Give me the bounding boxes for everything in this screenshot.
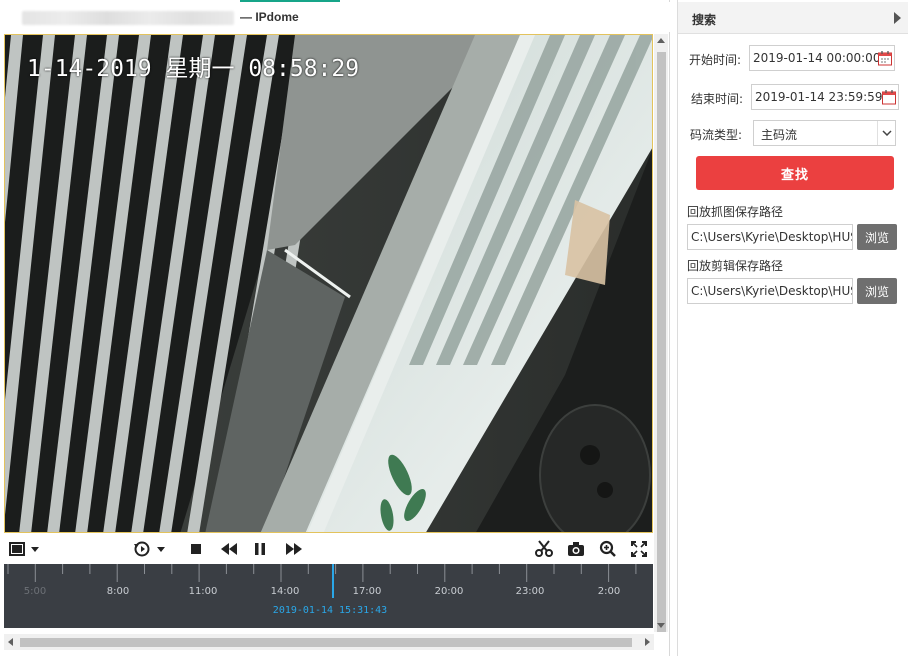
- osd-timestamp: 1-14-2019 星期一 08:58:29: [27, 56, 360, 82]
- window-title: — IPdome: [240, 10, 299, 24]
- end-time-label: 结束时间:: [691, 92, 744, 106]
- start-time-label: 开始时间:: [689, 53, 742, 67]
- search-panel-title: 搜索: [692, 13, 717, 27]
- horizontal-scrollbar[interactable]: [4, 634, 654, 650]
- stop-icon[interactable]: [188, 540, 204, 558]
- clip-browse-button[interactable]: 浏览: [857, 278, 897, 304]
- fullscreen-icon[interactable]: [630, 540, 648, 558]
- start-time-field[interactable]: 2019-01-14 00:00:00: [749, 45, 895, 71]
- stream-type-value: 主码流: [761, 128, 798, 142]
- camera-frame: [5, 35, 652, 532]
- video-view[interactable]: 1-14-2019 星期一 08:58:29: [4, 34, 653, 533]
- rewind-icon[interactable]: [220, 540, 238, 558]
- playback-dropdown-icon[interactable]: [156, 540, 166, 558]
- playback-mode-icon[interactable]: [132, 540, 152, 558]
- scroll-down-icon[interactable]: [657, 623, 665, 628]
- scroll-left-icon[interactable]: [8, 638, 13, 646]
- stream-type-select[interactable]: 主码流: [753, 120, 896, 146]
- timeline-label: 8:00: [106, 586, 130, 597]
- chevron-down-icon[interactable]: [877, 121, 895, 145]
- snapshot-browse-button[interactable]: 浏览: [857, 224, 897, 250]
- end-time-field[interactable]: 2019-01-14 23:59:59: [751, 84, 899, 110]
- scroll-up-icon[interactable]: [657, 38, 665, 43]
- timeline-cursor[interactable]: [332, 564, 334, 598]
- end-time-value: 2019-01-14 23:59:59: [755, 90, 883, 104]
- playback-pane: — IPdome 1-14-2019 星期一 08:58:29 5:00 8:0…: [0, 0, 670, 656]
- timeline-label: 2:00: [597, 586, 621, 597]
- window-layout-icon[interactable]: [8, 540, 26, 558]
- vertical-scroll-thumb[interactable]: [657, 52, 666, 632]
- collapse-arrow-icon[interactable]: [894, 12, 901, 24]
- snapshot-path-label: 回放抓图保存路径: [687, 205, 784, 219]
- search-panel: 搜索 开始时间: 2019-01-14 00:00:00 结束时间: 2019-…: [677, 0, 908, 656]
- fast-forward-icon[interactable]: [285, 540, 303, 558]
- pause-icon[interactable]: [252, 540, 268, 558]
- current-time-label: 2019-01-14 15:31:43: [272, 605, 388, 616]
- vertical-scrollbar[interactable]: [654, 34, 668, 632]
- timeline-label: 14:00: [270, 586, 300, 597]
- search-panel-header[interactable]: 搜索: [678, 2, 908, 34]
- search-button[interactable]: 查找: [696, 156, 894, 190]
- calendar-icon[interactable]: [881, 89, 897, 105]
- redacted-title: [22, 11, 234, 25]
- calendar-icon[interactable]: [877, 50, 893, 66]
- snapshot-path-input[interactable]: C:\Users\Kyrie\Desktop\HUSV: [687, 224, 853, 250]
- timeline-label: 11:00: [188, 586, 218, 597]
- clip-icon[interactable]: [534, 540, 554, 558]
- scroll-right-icon[interactable]: [645, 638, 650, 646]
- layout-dropdown-icon[interactable]: [30, 540, 40, 558]
- start-time-value: 2019-01-14 00:00:00: [753, 51, 881, 65]
- clip-path-label: 回放剪辑保存路径: [687, 259, 784, 273]
- zoom-icon[interactable]: [598, 540, 618, 558]
- timeline[interactable]: 5:00 8:00 11:00 14:00 17:00 20:00 23:00 …: [4, 564, 653, 628]
- horizontal-scroll-thumb[interactable]: [20, 638, 632, 647]
- snapshot-path-value: C:\Users\Kyrie\Desktop\HUSV: [691, 230, 853, 244]
- app-window: — IPdome 1-14-2019 星期一 08:58:29 5:00 8:0…: [0, 0, 908, 656]
- timeline-label: 23:00: [515, 586, 545, 597]
- stream-type-label: 码流类型:: [690, 128, 743, 142]
- clip-path-value: C:\Users\Kyrie\Desktop\HUSV: [691, 284, 853, 298]
- timeline-label: 5:00: [23, 586, 47, 597]
- title-bar: — IPdome: [0, 2, 670, 32]
- snapshot-icon[interactable]: [566, 540, 586, 558]
- clip-path-input[interactable]: C:\Users\Kyrie\Desktop\HUSV: [687, 278, 853, 304]
- playback-toolbar: [4, 534, 653, 564]
- timeline-label: 20:00: [434, 586, 464, 597]
- timeline-label: 17:00: [352, 586, 382, 597]
- timeline-ticks: [7, 564, 637, 582]
